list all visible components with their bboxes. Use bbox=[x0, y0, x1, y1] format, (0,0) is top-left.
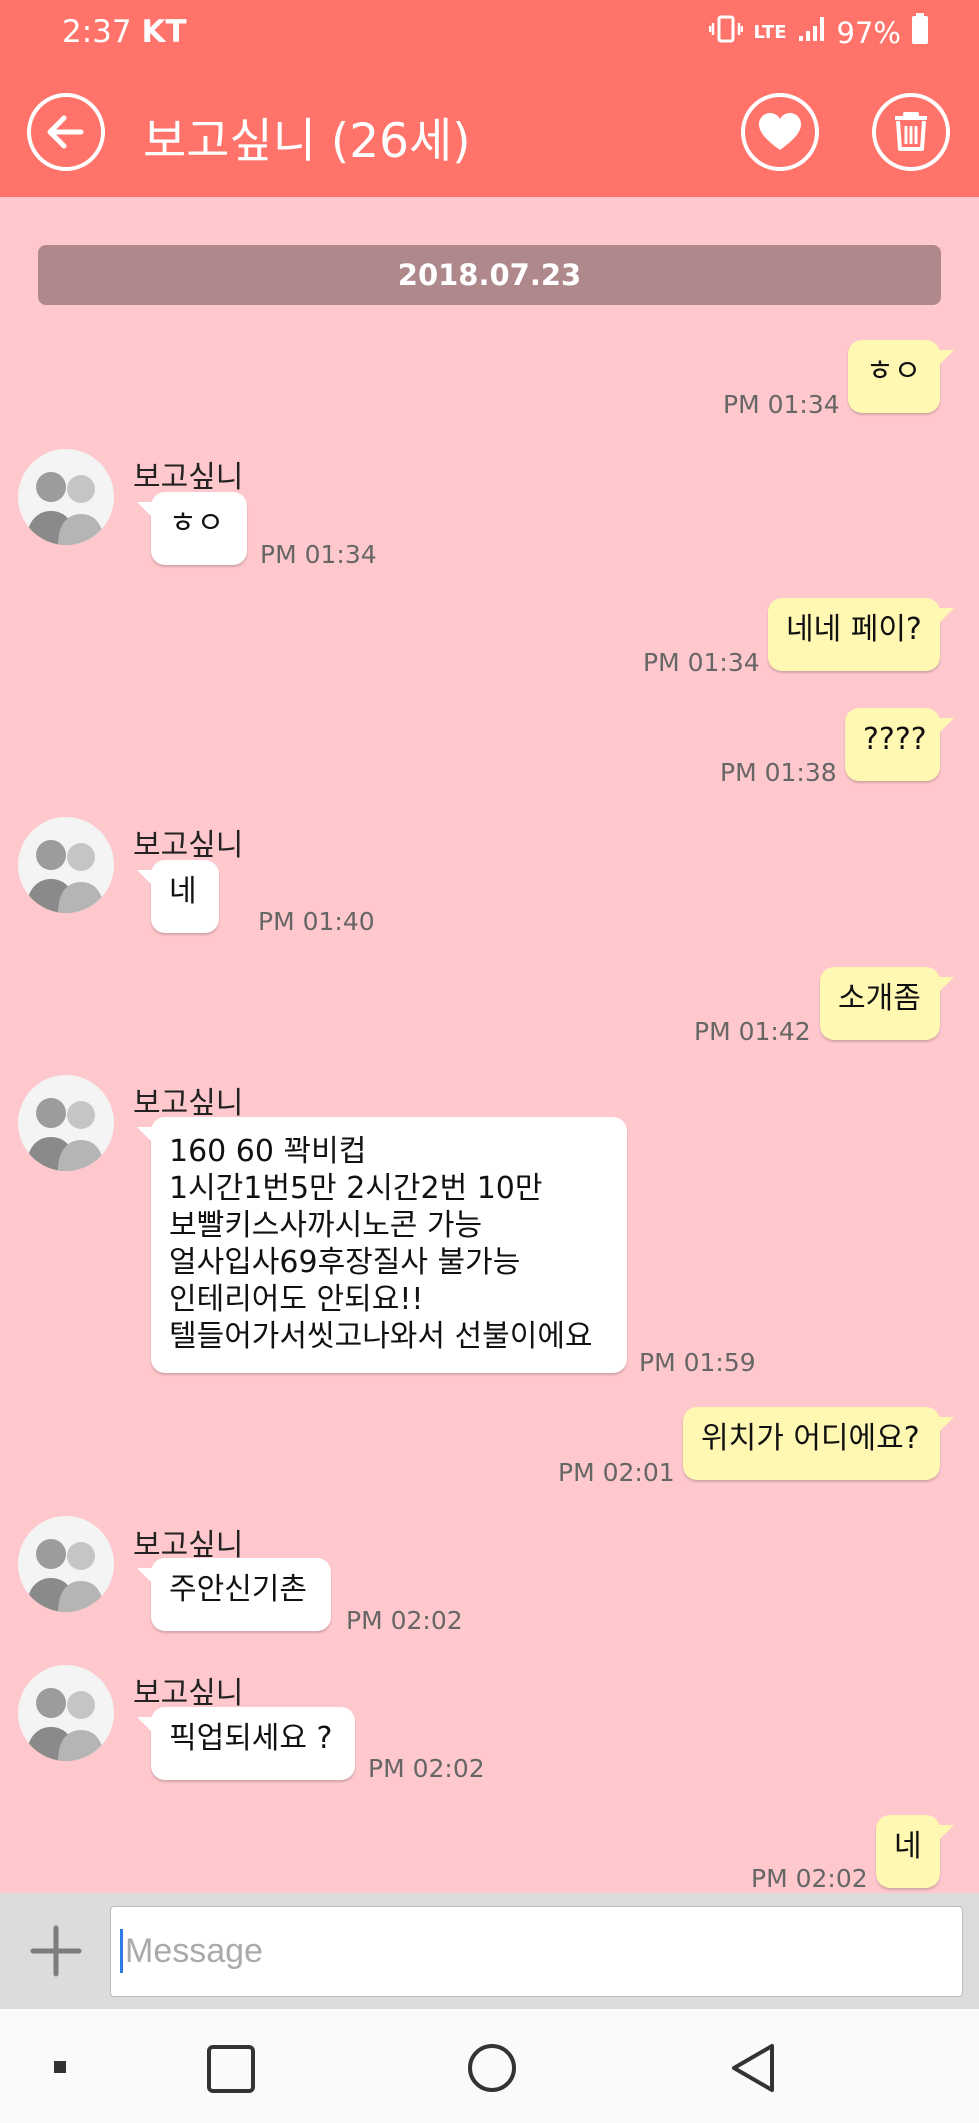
home-button[interactable] bbox=[466, 2042, 518, 2098]
incoming-message[interactable]: 네 bbox=[137, 860, 219, 933]
sender-name: 보고싶니 bbox=[133, 460, 244, 495]
signal-icon bbox=[797, 15, 827, 50]
outgoing-message[interactable]: ???? bbox=[845, 708, 954, 781]
message-time: PM 01:38 bbox=[720, 758, 837, 787]
recents-button[interactable] bbox=[206, 2044, 256, 2098]
sender-name: 보고싶니 bbox=[133, 828, 244, 863]
text-cursor bbox=[120, 1929, 123, 1973]
delete-button[interactable] bbox=[872, 93, 950, 171]
avatar[interactable] bbox=[18, 817, 114, 913]
message-line: 보빨키스사까시노콘 가능 bbox=[169, 1208, 483, 1243]
message-time: PM 01:34 bbox=[643, 648, 760, 677]
nav-dot-button[interactable] bbox=[52, 2059, 68, 2079]
default-avatar-icon bbox=[26, 840, 104, 913]
heart-icon bbox=[759, 113, 801, 150]
message-time: PM 02:01 bbox=[558, 1458, 675, 1487]
outgoing-message[interactable]: ㅎㅇ bbox=[848, 340, 954, 413]
message-text: 주안신기촌 bbox=[169, 1572, 307, 1607]
trash-icon bbox=[895, 112, 927, 151]
avatar[interactable] bbox=[18, 449, 114, 545]
sender-name: 보고싶니 bbox=[133, 1086, 244, 1121]
message-line: 1시간1번5만 2시간2번 10만 bbox=[169, 1171, 543, 1206]
arrow-left-icon bbox=[47, 115, 84, 149]
message-line: 텔들어가서씻고나와서 선불이에요 bbox=[169, 1319, 593, 1354]
system-nav-bar bbox=[0, 2009, 979, 2123]
message-text: 네 bbox=[894, 1829, 922, 1864]
outgoing-message[interactable]: 소개좀 bbox=[820, 967, 954, 1040]
message-line: 얼사입사69후장질사 불가능 bbox=[169, 1245, 521, 1280]
message-text: 위치가 어디에요? bbox=[701, 1421, 920, 1456]
chat-title: 보고싶니 (26세) bbox=[143, 114, 471, 169]
default-avatar-icon bbox=[26, 1539, 104, 1612]
message-input[interactable]: Message bbox=[110, 1906, 963, 1997]
battery-icon bbox=[911, 13, 929, 52]
carrier: KT bbox=[141, 14, 187, 50]
battery-percent: 97% bbox=[836, 15, 901, 50]
clock: 2:37 bbox=[62, 14, 132, 50]
message-text: 소개좀 bbox=[838, 981, 921, 1016]
avatar[interactable] bbox=[18, 1075, 114, 1171]
status-icons: LTE 97% bbox=[709, 13, 929, 52]
message-composer: Message bbox=[0, 1893, 979, 2009]
back-button[interactable] bbox=[27, 93, 105, 171]
outgoing-message[interactable]: 위치가 어디에요? bbox=[683, 1407, 954, 1480]
incoming-message[interactable]: 주안신기촌 bbox=[137, 1558, 331, 1631]
dot-icon bbox=[54, 2061, 66, 2073]
back-nav-button[interactable] bbox=[728, 2042, 780, 2098]
default-avatar-icon bbox=[26, 1098, 104, 1171]
message-text: ㅎㅇ bbox=[169, 506, 225, 541]
plus-icon bbox=[30, 1925, 82, 1977]
message-line: 인테리어도 안되요!! bbox=[169, 1282, 424, 1317]
attach-button[interactable] bbox=[28, 1923, 84, 1979]
outgoing-message[interactable]: 네네 페이? bbox=[768, 598, 954, 671]
favorite-button[interactable] bbox=[741, 93, 819, 171]
circle-icon bbox=[468, 2044, 516, 2092]
message-time: PM 01:34 bbox=[723, 390, 840, 419]
vibrate-icon bbox=[709, 14, 744, 51]
message-time: PM 01:42 bbox=[694, 1017, 811, 1046]
message-text: 네 bbox=[169, 874, 197, 909]
default-avatar-icon bbox=[26, 472, 104, 545]
message-text: 픽업되세요 ? bbox=[169, 1721, 333, 1756]
date-separator: 2018.07.23 bbox=[38, 245, 941, 305]
default-avatar-icon bbox=[26, 1688, 104, 1761]
status-bar: 2:37 KT LTE 97% bbox=[0, 0, 979, 66]
message-time: PM 02:02 bbox=[368, 1754, 485, 1783]
chat-header: 보고싶니 (26세) bbox=[0, 66, 979, 197]
outgoing-message[interactable]: 네 bbox=[876, 1815, 954, 1888]
message-time: PM 01:40 bbox=[258, 907, 375, 936]
message-line: 160 60 꽉비컵 bbox=[169, 1134, 367, 1169]
incoming-message[interactable]: 160 60 꽉비컵 1시간1번5만 2시간2번 10만 보빨키스사까시노콘 가… bbox=[137, 1117, 627, 1373]
message-time: PM 01:59 bbox=[639, 1348, 756, 1377]
square-icon bbox=[207, 2045, 255, 2093]
avatar[interactable] bbox=[18, 1665, 114, 1761]
message-text: ㅎㅇ bbox=[866, 354, 922, 389]
incoming-message[interactable]: 픽업되세요 ? bbox=[137, 1707, 355, 1780]
triangle-back-icon bbox=[732, 2044, 774, 2092]
avatar[interactable] bbox=[18, 1516, 114, 1612]
sender-name: 보고싶니 bbox=[133, 1676, 244, 1711]
message-time: PM 01:34 bbox=[260, 540, 377, 569]
message-text: ???? bbox=[863, 722, 927, 757]
message-text: 네네 페이? bbox=[786, 612, 922, 647]
incoming-message[interactable]: ㅎㅇ bbox=[137, 492, 247, 565]
lte-icon: LTE bbox=[753, 21, 787, 43]
status-time: 2:37 KT bbox=[62, 14, 187, 50]
message-time: PM 02:02 bbox=[751, 1864, 868, 1893]
message-time: PM 02:02 bbox=[346, 1606, 463, 1635]
